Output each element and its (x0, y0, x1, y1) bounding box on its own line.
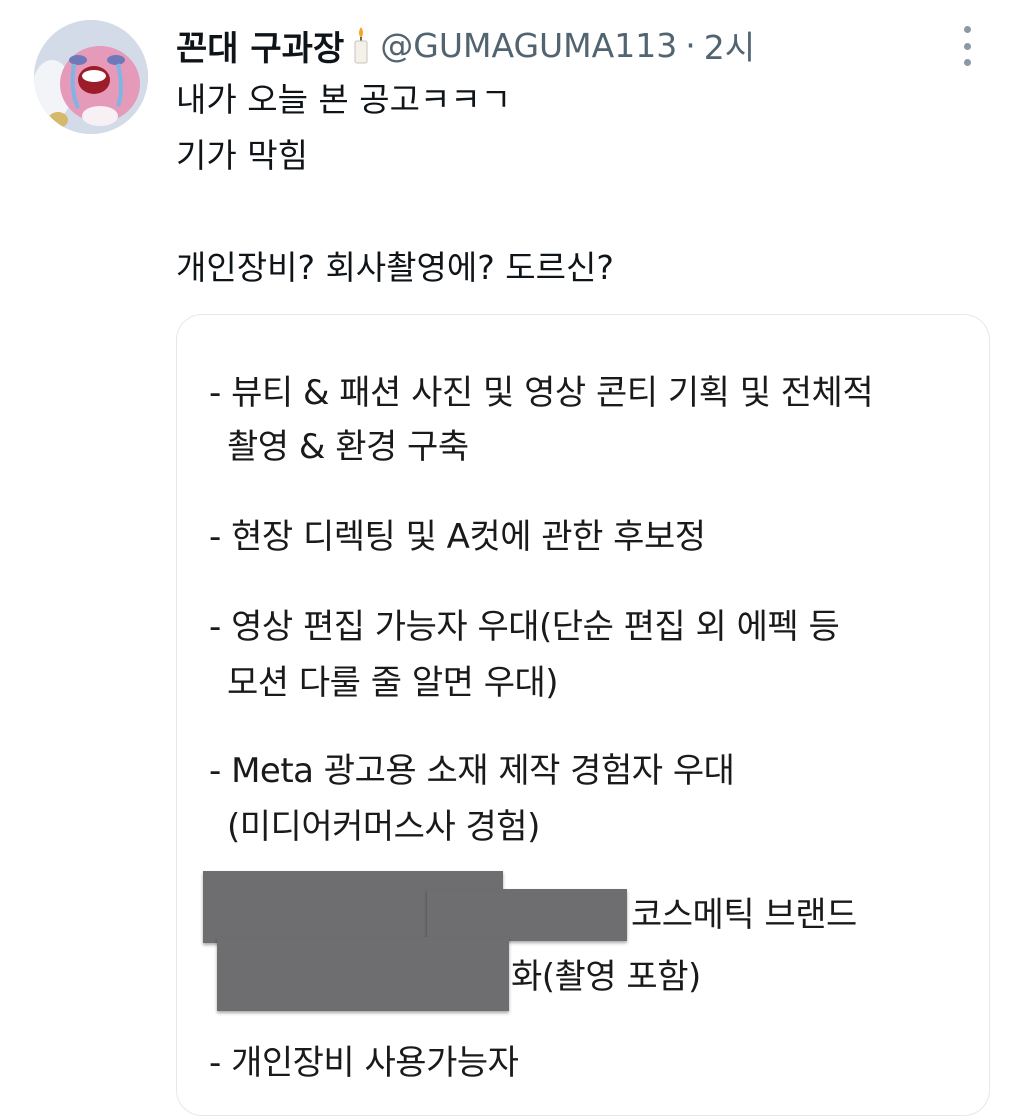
more-dot (963, 59, 971, 66)
job-posting-line: - 현장 디렉팅 및 A컷에 관한 후보정 (209, 517, 706, 557)
tweet-text-line (176, 184, 614, 240)
more-dot (963, 42, 971, 50)
avatar[interactable] (34, 20, 148, 134)
redaction-block (427, 889, 627, 941)
tweet-text: 내가 오늘 본 공고ㅋㅋㄱ 기가 막힘 개인장비? 회사촬영에? 도르신? (176, 72, 614, 296)
job-posting-line: 촬영 & 환경 구축 (227, 427, 469, 467)
job-posting-line: - 뷰티 & 패션 사진 및 영상 콘티 기획 및 전체적 (209, 373, 874, 413)
author-handle[interactable]: @GUMAGUMA113 (380, 26, 677, 65)
tweet-text-line: 개인장비? 회사촬영에? 도르신? (176, 248, 614, 287)
avatar-crying-character-icon (34, 20, 148, 134)
job-posting-line: - Meta 광고용 소재 제작 경험자 우대 (209, 751, 735, 791)
tweet-text-line: 기가 막힘 (176, 136, 308, 175)
job-posting-line: (미디어커머스사 경험) (227, 807, 540, 847)
job-posting-line: 모션 다룰 줄 알면 우대) (227, 663, 559, 703)
job-posting-line: 화(촬영 포함) (511, 957, 701, 997)
attached-image-card[interactable]: - 뷰티 & 패션 사진 및 영상 콘티 기획 및 전체적 촬영 & 환경 구축… (176, 314, 990, 1116)
more-dot (963, 26, 971, 33)
candle-icon (350, 25, 372, 65)
more-options-icon[interactable] (954, 26, 980, 66)
tweet-header: 꼰대 구과장 @GUMAGUMA113 · 2시 (176, 21, 755, 70)
tweet-text-line: 내가 오늘 본 공고ㅋㅋㄱ (176, 80, 512, 119)
author-name[interactable]: 꼰대 구과장 (176, 21, 344, 70)
redaction-block (217, 937, 509, 1011)
job-posting-line: - 개인장비 사용가능자 (209, 1043, 519, 1083)
tweet-timestamp[interactable]: 2시 (704, 21, 755, 69)
header-separator: · (685, 25, 696, 65)
job-posting-line: - 영상 편집 가능자 우대(단순 편집 외 에펙 등 (209, 607, 840, 647)
job-posting-line: 코스메틱 브랜드 (631, 895, 857, 935)
